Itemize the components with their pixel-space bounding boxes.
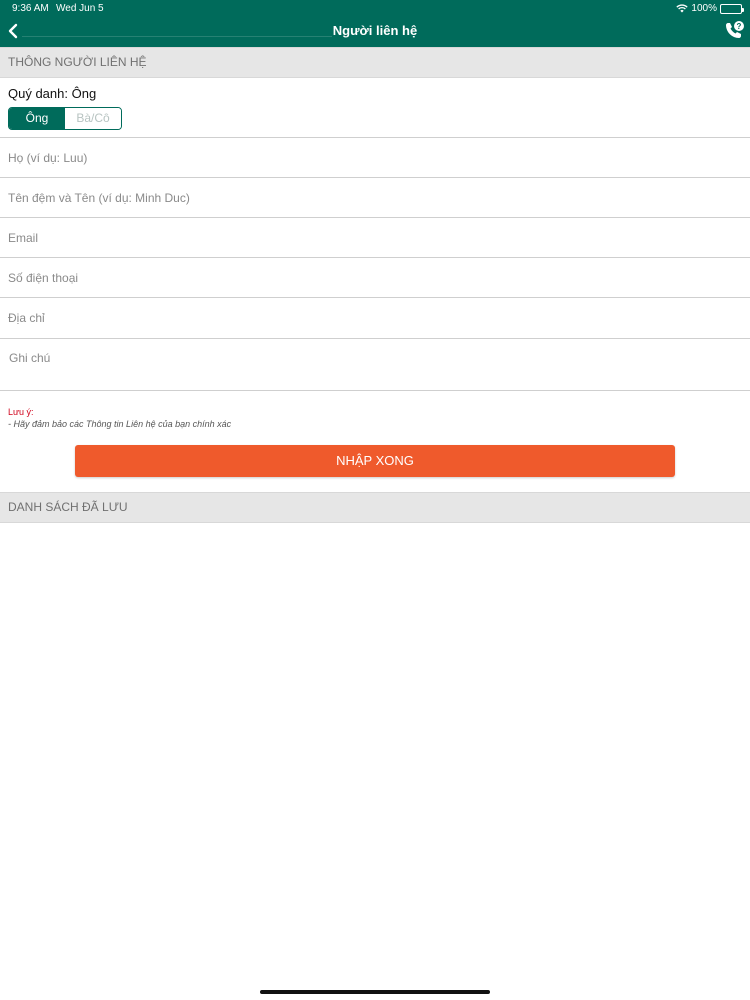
status-date: Wed Jun 5 [56,3,104,14]
email-input[interactable] [0,218,750,257]
page-title: Người liên hệ [332,23,418,38]
first-name-field-row [0,177,750,217]
last-name-field-row [0,137,750,177]
saved-list-section-header: DANH SÁCH ĐÃ LƯU [0,492,750,523]
address-field-row [0,297,750,337]
first-name-input[interactable] [0,178,750,217]
phone-icon: ? [726,21,744,38]
note-text: - Hãy đảm bảo các Thông tin Liên hệ của … [8,419,232,429]
navigation-bar: 9:36 AM Wed Jun 5 100% Người liên hệ ? [0,0,750,47]
salutation-option-mrs[interactable]: Bà/Cô [65,108,121,129]
notes-field-row [0,338,750,391]
last-name-input[interactable] [0,138,750,177]
battery-icon [720,3,744,14]
salutation-segmented-control[interactable]: Ông Bà/Cô [8,107,122,130]
home-indicator [260,990,490,994]
email-field-row [0,217,750,257]
status-time: 9:36 AM [12,3,49,14]
battery-percentage: 100% [691,3,717,14]
salutation-option-mr[interactable]: Ông [9,108,65,129]
wifi-icon [676,4,689,13]
phone-input[interactable] [0,258,750,297]
notes-textarea[interactable] [0,339,750,390]
phone-field-row [0,257,750,297]
salutation-label: Quý danh: Ông [8,86,97,101]
address-input[interactable] [0,298,750,337]
call-button[interactable]: ? [722,19,746,43]
submit-button[interactable]: NHẬP XONG [75,445,675,477]
contact-section-header: THÔNG NGƯỜI LIÊN HỆ [0,47,750,78]
note-title: Lưu ý: [8,407,34,417]
status-indicators: 100% [676,3,744,14]
svg-text:?: ? [737,22,742,31]
